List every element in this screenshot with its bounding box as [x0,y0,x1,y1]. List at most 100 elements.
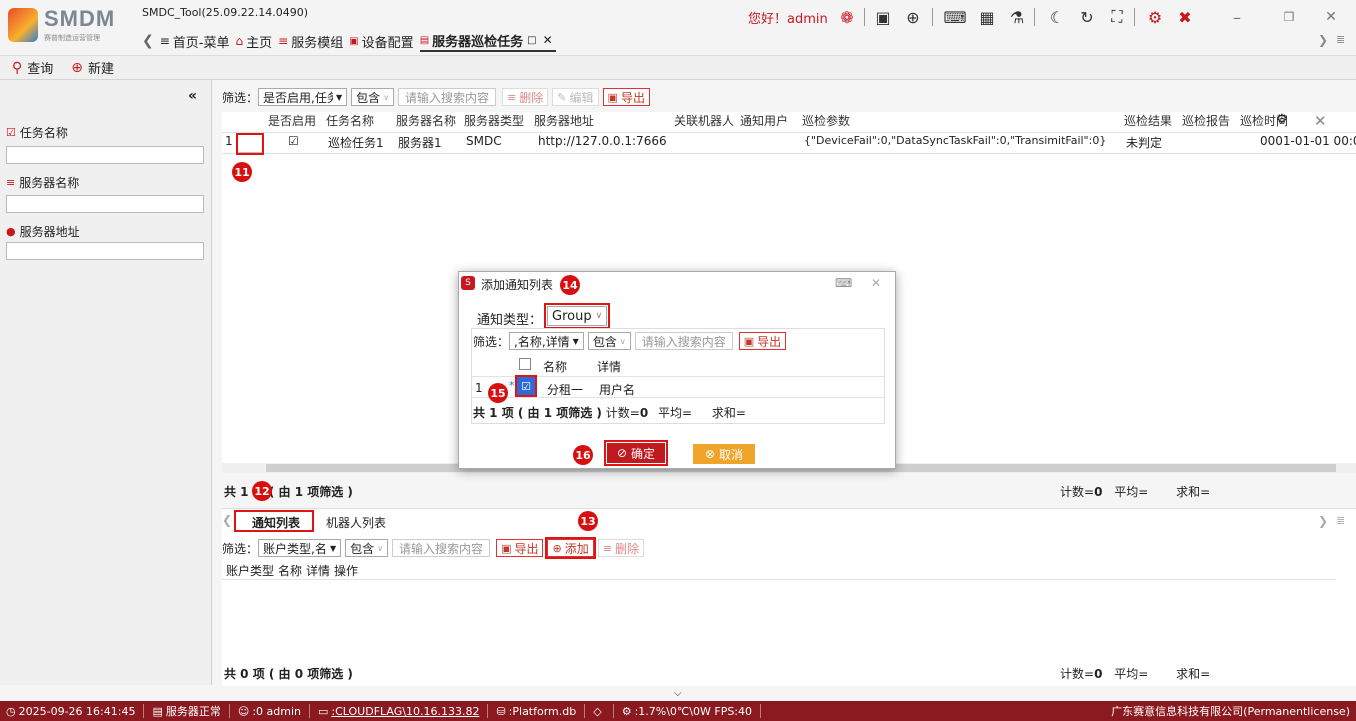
new-button[interactable]: ⊕ 新建 [71,58,114,78]
fullscreen-icon[interactable]: ⛶ [1104,4,1130,30]
row-checkbox-checked[interactable]: ☑ [515,375,537,397]
server-name-cell: 服务器1 [398,136,442,150]
chevron-right-icon[interactable]: ❯ [1318,33,1328,47]
delete-button[interactable]: ≡ 删除 [502,88,549,106]
nav-item-inspection-task[interactable]: ▤ 服务器巡检任务 □ ✕ [419,31,556,52]
dialog-filter-field-select[interactable]: ,名称,详情 ▼ [509,332,584,350]
divider [1034,8,1035,26]
status-tag[interactable]: ◇ [593,705,604,718]
col-params[interactable]: 巡检参数 [802,112,850,129]
close-icon[interactable]: ✕ [1318,4,1344,30]
theme-icon[interactable]: ☾ [1044,4,1070,30]
col-action[interactable]: 操作 [334,562,358,579]
keyboard-icon[interactable]: ⌨ [835,276,852,290]
status-user[interactable]: ☺:0 admin [238,705,301,718]
enabled-checkbox[interactable]: ☑ [288,134,299,148]
lower-delete-button[interactable]: ≡ 删除 [597,539,644,557]
nav-item-menu[interactable]: ≡ 首页-菜单 [160,32,230,51]
status-host[interactable]: ▭:CLOUDFLAG\10.16.133.82 [318,705,479,718]
col-notify-user[interactable]: 通知用户 [740,112,788,129]
lower-filter-search-input[interactable]: 请输入搜索内容 [392,539,491,557]
col-account-type[interactable]: 账户类型 [226,562,274,579]
task-name-input[interactable] [6,146,204,164]
network-icon[interactable]: ❁ [834,4,860,30]
edit-button[interactable]: ✎ 编辑 [552,88,599,106]
nav-item-home[interactable]: ⌂ 主页 [236,32,273,51]
server-address-cell: http://127.0.0.1:7666 [538,134,667,148]
settings-icon[interactable]: ⚙ [1142,4,1168,30]
col-result[interactable]: 巡检结果 [1124,112,1172,129]
restore-tab-icon[interactable]: □ [527,35,536,46]
dialog-export-button[interactable]: ▣ 导出 [738,332,787,350]
menu-icon: ≡ [159,34,170,48]
col-server-name[interactable]: 服务器名称 [396,112,456,129]
calculator-icon[interactable]: ▦ [974,4,1000,30]
dropdown-icon: ∨ [383,92,390,102]
dialog-col-detail[interactable]: 详情 [597,358,621,375]
export-button[interactable]: ▣ 导出 [602,88,650,106]
ok-button[interactable]: ⊘ 确定 [604,440,668,466]
expand-down-icon[interactable]: ⌵ [674,688,682,699]
filter-field-select[interactable]: 是否启用,任务 ▼ [258,88,348,106]
query-button[interactable]: ⚲ 查询 [12,58,53,78]
keyboard-icon[interactable]: ⌨ [942,4,968,30]
chevron-left-icon[interactable]: ❮ [222,513,232,527]
tab-robot-list[interactable]: 机器人列表 [326,514,386,531]
settings-icon[interactable]: ⚙ [1276,112,1288,127]
status-db[interactable]: ⛁:Platform.db [496,705,576,718]
col-enabled[interactable]: 是否启用 [268,112,316,129]
logo-subtitle: 赛普制造运营管理 [44,34,100,42]
dropdown-icon: ∨ [377,543,384,553]
refresh-icon[interactable]: ↻ [1074,4,1100,30]
col-server-type[interactable]: 服务器类型 [464,112,524,129]
nav-item-device-config[interactable]: ▣ 设备配置 [349,32,413,51]
server-address-input[interactable] [6,242,204,260]
server-name-input[interactable] [6,195,204,213]
step-badge: 12 [252,481,272,501]
tree-icon[interactable]: ⚗ [1004,4,1030,30]
select-all-checkbox[interactable] [519,358,531,370]
col-report[interactable]: 巡检报告 [1182,112,1230,129]
restore-icon[interactable]: ❐ [1276,4,1302,30]
lower-filter-field-select[interactable]: 账户类型,名称▼ [258,539,342,557]
collapse-sidebar-icon[interactable]: « [188,88,197,104]
lower-filter-operator-select[interactable]: 包含 ∨ [345,539,389,557]
overflow-icon[interactable]: ≣ [1336,33,1345,46]
lower-footer-count: 共 0 项 ( 由 0 项筛选 ) [224,667,353,681]
terminal-icon[interactable]: ▣ [870,4,896,30]
dialog-search-input[interactable]: 请输入搜索内容 [634,332,733,350]
chevron-right-icon[interactable]: ❯ [1318,514,1328,528]
dialog-col-name[interactable]: 名称 [543,358,567,375]
list-icon: ≡ [278,34,289,48]
col-task-name[interactable]: 任务名称 [326,112,374,129]
dialog-filter-operator-select[interactable]: 包含 ∨ [587,332,631,350]
minimize-icon[interactable]: – [1224,4,1250,30]
app-logo [8,8,38,42]
chevron-left-icon[interactable]: ❮ [142,33,154,49]
search-sidebar: ☑ 任务名称 ≡ 服务器名称 ● 服务器地址 [0,80,212,685]
col-detail[interactable]: 详情 [306,562,330,579]
cancel-button[interactable]: ⊗ 取消 [693,444,755,464]
col-robot[interactable]: 关联机器人 [674,112,734,129]
notify-type-select[interactable]: Group ∨ [543,303,611,329]
close-icon[interactable]: ✕ [871,276,881,290]
filter-operator-select[interactable]: 包含 ∨ [351,88,395,106]
add-button[interactable]: ⊕ 添加 [545,537,596,559]
filter-search-input[interactable]: 请输入搜索内容 [398,88,497,106]
lower-export-button[interactable]: ▣ 导出 [496,539,544,557]
overflow-icon[interactable]: ≣ [1336,514,1345,527]
col-server-address[interactable]: 服务器地址 [534,112,594,129]
close-tab-icon[interactable]: ✕ [543,33,553,47]
export-icon: ▣ [743,334,755,348]
task-name-cell: 巡检任务1 [328,136,384,150]
status-server[interactable]: ▤ 服务器正常 [152,703,220,719]
list-icon: ≡ [6,176,16,189]
nav-item-service-module[interactable]: ≡ 服务模组 [278,32,343,51]
globe-icon[interactable]: ⊕ [900,4,926,30]
tools-icon[interactable]: ✖ [1172,4,1198,30]
main-toolbar: ⚲ 查询 ⊕ 新建 [0,56,1356,80]
col-name[interactable]: 名称 [278,562,302,579]
close-icon[interactable]: ✕ [1314,112,1327,130]
highlight-box [236,133,264,155]
table-row[interactable] [222,132,1356,154]
